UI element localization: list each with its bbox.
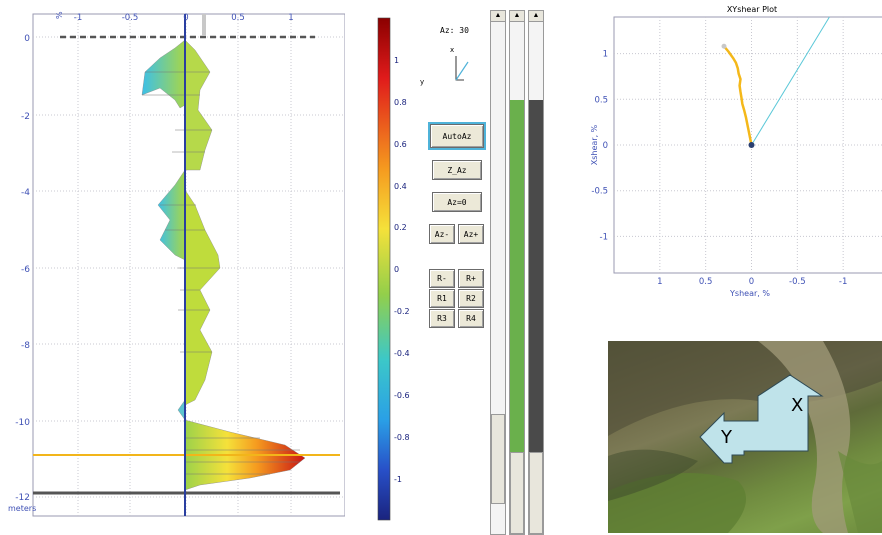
x-tick: 0.5 — [231, 13, 245, 23]
xy-x-tick: -0.5 — [789, 277, 806, 287]
x-tick: 0 — [183, 13, 188, 23]
y-tick: -10 — [15, 418, 30, 428]
xy-y-tick: -0.5 — [591, 187, 608, 197]
y-tick: -2 — [21, 112, 30, 122]
r4-button[interactable]: R4 — [458, 309, 484, 328]
z-az-button[interactable]: Z_Az — [432, 160, 482, 180]
slider-up-arrow-icon[interactable]: ▲ — [510, 11, 524, 22]
xy-y-tick: -1 — [600, 232, 608, 242]
xy-y-tick: 0 — [603, 141, 608, 151]
depth-slider-green[interactable]: ▲ — [509, 10, 525, 535]
r-minus-button[interactable]: R- — [429, 269, 455, 288]
colorbar-tick: 0.8 — [394, 98, 407, 107]
slider-up-arrow-icon[interactable]: ▲ — [529, 11, 543, 22]
slider-up-arrow-icon[interactable]: ▲ — [491, 11, 505, 22]
y-tick: -4 — [21, 188, 30, 198]
cursor-marker[interactable] — [202, 14, 206, 36]
xy-origin-marker — [748, 142, 755, 148]
xy-y-tick: 0.5 — [594, 95, 608, 105]
shear-direction-arrows-icon: X Y — [699, 374, 824, 464]
depth-slider-white[interactable]: ▲ — [490, 10, 506, 535]
slider-thumb[interactable] — [529, 452, 543, 534]
arrow-y-label: Y — [720, 427, 733, 448]
y-unit-label: meters — [8, 504, 36, 513]
y-tick: -8 — [21, 341, 30, 351]
xy-y-tick: 1 — [603, 50, 608, 60]
colorbar-tick: -0.4 — [394, 349, 410, 358]
colorbar-tick: 0.2 — [394, 223, 407, 232]
colorbar-tick: 0 — [394, 265, 399, 274]
depth-slider-dark[interactable]: ▲ — [528, 10, 544, 535]
azimuth-readout: Az: 30 — [440, 26, 469, 35]
aerial-photo: X Y — [608, 341, 882, 533]
xy-ylabel: Xshear, % — [590, 124, 599, 165]
colorbar: 1 0.8 0.6 0.4 0.2 0 -0.2 -0.4 -0.6 -0.8 … — [377, 17, 410, 521]
autoaz-button[interactable]: AutoAz — [428, 122, 486, 150]
r3-button[interactable]: R3 — [429, 309, 455, 328]
x-tick: -1 — [74, 13, 82, 23]
x-unit-label: % — [55, 11, 64, 19]
y-tick: 0 — [24, 34, 30, 44]
y-tick: -12 — [15, 493, 30, 503]
r2-button[interactable]: R2 — [458, 289, 484, 308]
x-tick: -0.5 — [122, 13, 139, 23]
az-plus-button[interactable]: Az+ — [458, 224, 484, 244]
xy-plot-title: XYshear Plot — [727, 5, 777, 14]
colorbar-tick: -1 — [394, 475, 402, 484]
xy-x-tick: -1 — [839, 277, 847, 287]
shear-profile-plot[interactable]: % -1 -0.5 0 0.5 1 0 -2 -4 -6 -8 -10 -12 … — [0, 0, 345, 533]
colorbar-tick: 0.4 — [394, 182, 407, 191]
colorbar-tick: -0.6 — [394, 391, 410, 400]
xyshear-plot[interactable]: XYshear Plot 1 0.5 0 -0.5 -1 1 0.5 0 -0.5 -1 Yshe… — [560, 0, 882, 305]
slider-thumb[interactable] — [491, 414, 505, 504]
az-zero-button[interactable]: Az=0 — [432, 192, 482, 212]
r-plus-button[interactable]: R+ — [458, 269, 484, 288]
azimuth-axes-icon: x y — [420, 46, 469, 86]
colorbar-tick: -0.8 — [394, 433, 410, 442]
y-tick: -6 — [21, 265, 30, 275]
slider-thumb[interactable] — [510, 452, 524, 534]
svg-text:x: x — [450, 46, 454, 54]
r1-button[interactable]: R1 — [429, 289, 455, 308]
xy-x-tick: 0.5 — [699, 277, 713, 287]
colorbar-tick: -0.2 — [394, 307, 410, 316]
xy-x-tick: 0 — [749, 277, 754, 287]
xy-end-marker — [721, 43, 727, 49]
az-minus-button[interactable]: Az- — [429, 224, 455, 244]
arrow-x-label: X — [791, 395, 803, 416]
svg-text:y: y — [420, 78, 424, 86]
xy-xlabel: Yshear, % — [729, 289, 770, 298]
colorbar-tick: 0.6 — [394, 140, 407, 149]
x-tick: 1 — [288, 13, 293, 23]
colorbar-tick: 1 — [394, 56, 399, 65]
xy-x-tick: 1 — [657, 277, 662, 287]
